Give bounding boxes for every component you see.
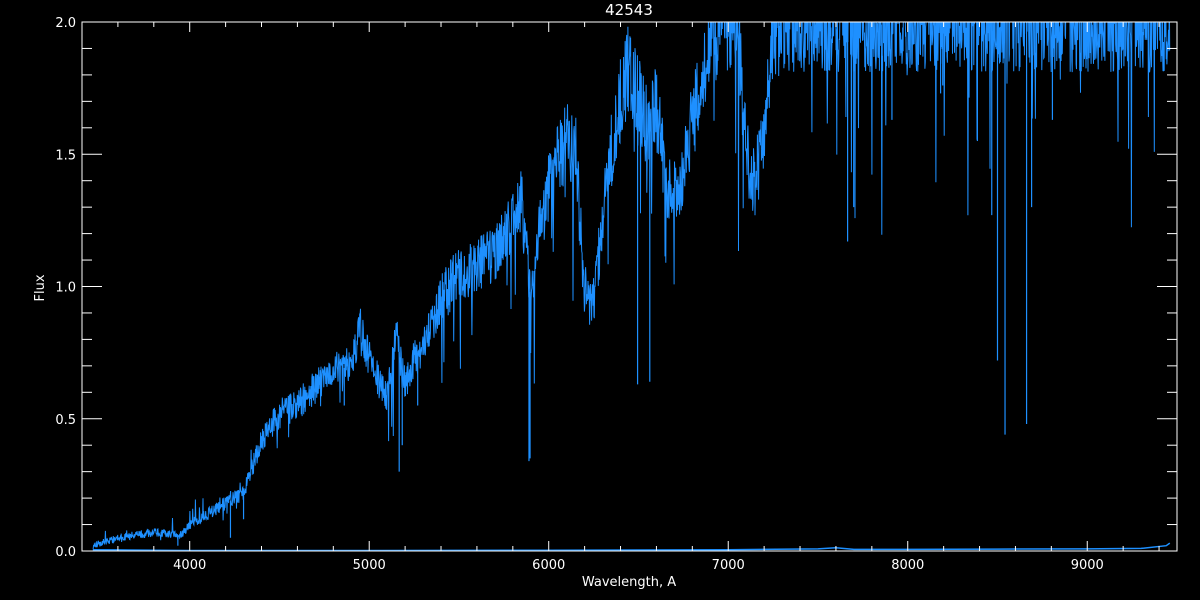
x-tick-label: 9000 xyxy=(1071,558,1104,573)
x-axis-label: Wavelength, A xyxy=(582,575,676,590)
spectrum-series xyxy=(92,22,1171,550)
x-tick-label: 6000 xyxy=(532,558,565,573)
x-tick-label: 8000 xyxy=(891,558,924,573)
x-tick-label: 4000 xyxy=(173,558,206,573)
y-axis-label: Flux xyxy=(33,274,48,301)
y-tick-label: 0.5 xyxy=(55,413,76,428)
error-series xyxy=(92,542,1171,551)
y-tick-label: 2.0 xyxy=(55,16,76,31)
y-tick-label: 0.0 xyxy=(55,545,76,560)
plot-frame xyxy=(81,21,1178,552)
spectrum-chart: 4000 5000 6000 7000 8000 90000.00.51.01.52.0 … xyxy=(33,1,1178,590)
x-tick-label: 5000 xyxy=(353,558,386,573)
y-tick-label: 1.0 xyxy=(55,281,76,296)
x-tick-label: 7000 xyxy=(712,558,745,573)
chart-title: 42543 xyxy=(605,1,653,19)
y-tick-label: 1.5 xyxy=(55,148,76,163)
